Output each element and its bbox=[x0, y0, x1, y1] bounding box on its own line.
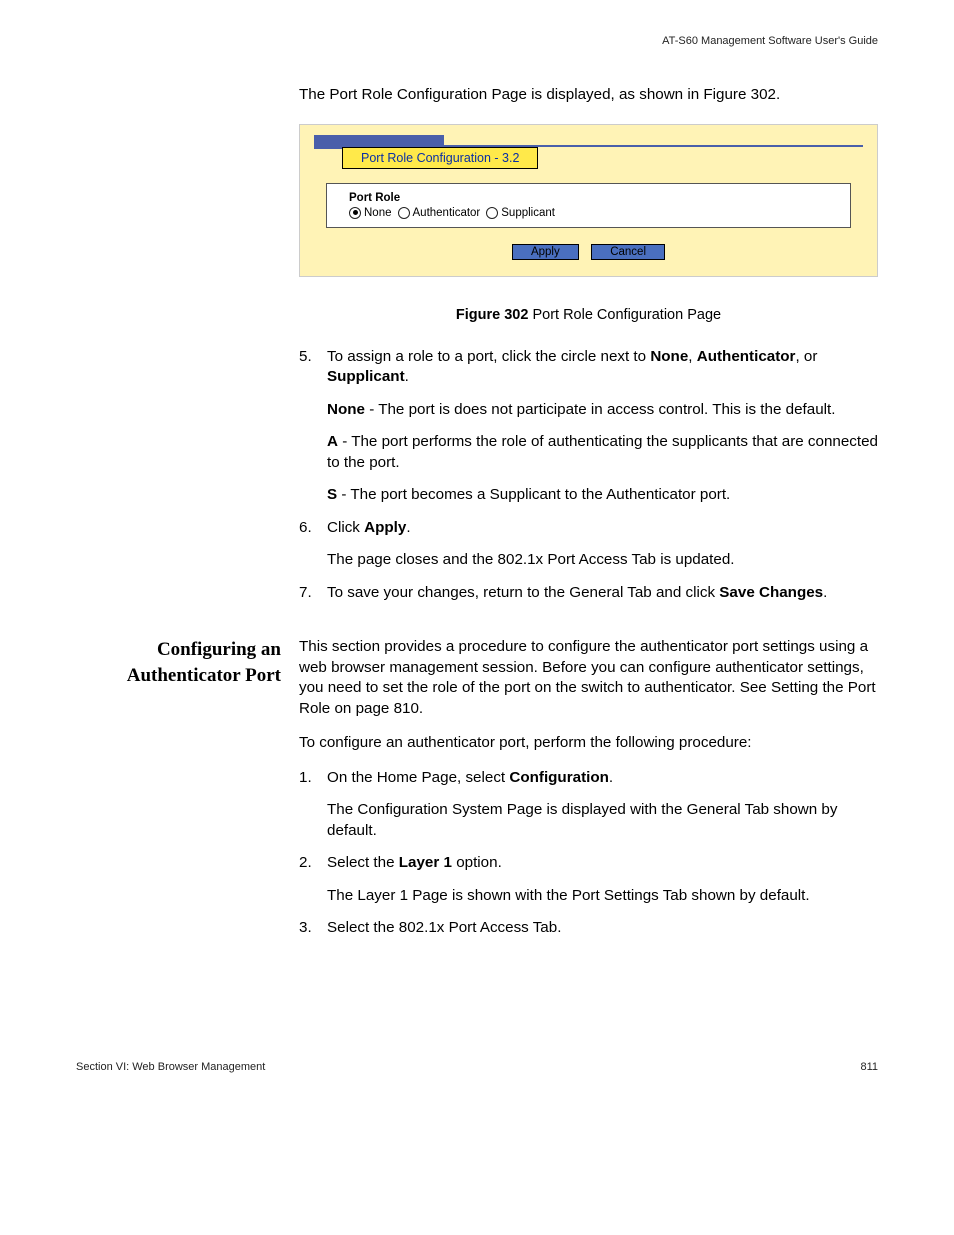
step-item: 2.Select the Layer 1 option.The Layer 1 … bbox=[299, 853, 878, 906]
figure-caption: Figure 302 Port Role Configuration Page bbox=[299, 307, 878, 323]
figure-302: Port Role Configuration - 3.2 Port Role … bbox=[299, 124, 878, 277]
radio-label: None bbox=[364, 207, 392, 219]
cancel-button[interactable]: Cancel bbox=[591, 244, 665, 260]
step-item: 5.To assign a role to a port, click the … bbox=[299, 347, 878, 506]
port-role-label: Port Role bbox=[349, 192, 838, 204]
radio-none[interactable]: None bbox=[349, 207, 392, 219]
radio-icon bbox=[349, 207, 361, 219]
radio-label: Supplicant bbox=[501, 207, 555, 219]
footer-right: 811 bbox=[860, 1061, 878, 1073]
radio-icon bbox=[398, 207, 410, 219]
section-intro-2: To configure an authenticator port, perf… bbox=[299, 733, 878, 754]
radio-icon bbox=[486, 207, 498, 219]
radio-authenticator[interactable]: Authenticator bbox=[398, 207, 481, 219]
step-item: 1.On the Home Page, select Configuration… bbox=[299, 768, 878, 842]
document-header: AT-S60 Management Software User's Guide bbox=[76, 35, 878, 47]
footer-left: Section VI: Web Browser Management bbox=[76, 1061, 265, 1073]
figure-title: Port Role Configuration - 3.2 bbox=[342, 147, 538, 169]
radio-label: Authenticator bbox=[413, 207, 481, 219]
intro-text: The Port Role Configuration Page is disp… bbox=[299, 85, 878, 106]
step-item: 7.To save your changes, return to the Ge… bbox=[299, 583, 878, 604]
section-heading: Configuring an Authenticator Port bbox=[76, 637, 299, 951]
step-item: 3.Select the 802.1x Port Access Tab. bbox=[299, 918, 878, 939]
apply-button[interactable]: Apply bbox=[512, 244, 579, 260]
section-intro-1: This section provides a procedure to con… bbox=[299, 637, 878, 719]
radio-supplicant[interactable]: Supplicant bbox=[486, 207, 555, 219]
step-item: 6.Click Apply.The page closes and the 80… bbox=[299, 518, 878, 571]
port-role-group: Port Role None Authenticator Supplicant bbox=[326, 183, 851, 228]
